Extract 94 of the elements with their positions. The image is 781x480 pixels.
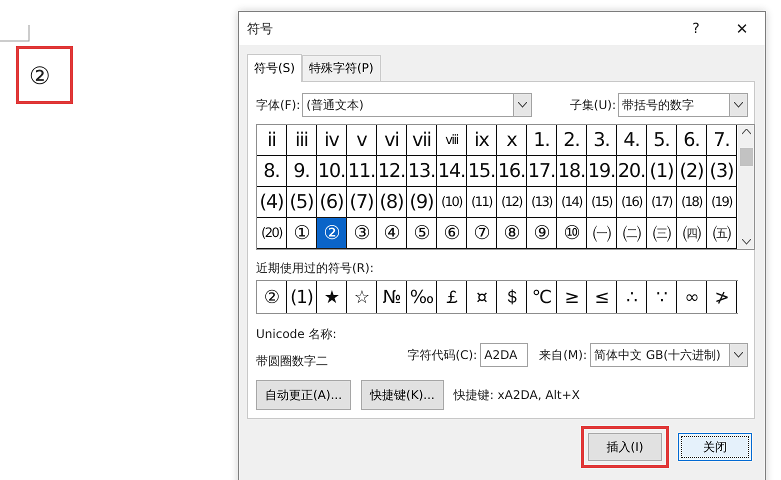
- symbol-cell[interactable]: (7): [347, 187, 377, 218]
- symbol-cell[interactable]: 12.: [377, 156, 407, 187]
- symbol-cell[interactable]: 18.: [557, 156, 587, 187]
- symbol-cell[interactable]: 6.: [677, 125, 707, 156]
- recent-label: 近期使用过的符号(R):: [256, 260, 375, 276]
- symbol-cell[interactable]: (19): [707, 187, 737, 218]
- symbol-cell[interactable]: ⑨: [527, 218, 557, 249]
- symbol-cell[interactable]: (8): [377, 187, 407, 218]
- symbol-cell[interactable]: (20): [257, 218, 287, 249]
- symbol-cell[interactable]: (6): [317, 187, 347, 218]
- symbol-cell[interactable]: ③: [347, 218, 377, 249]
- symbol-cell[interactable]: (13): [527, 187, 557, 218]
- symbol-cell[interactable]: ⑦: [467, 218, 497, 249]
- window-title: 符号: [247, 20, 274, 38]
- dialog-button[interactable]: 快捷键(K)...: [361, 380, 444, 410]
- scroll-up-icon[interactable]: [742, 129, 750, 135]
- field-label: 子集(U):: [570, 96, 616, 114]
- symbol-cell[interactable]: vi: [377, 125, 407, 156]
- symbol-cell[interactable]: x: [497, 125, 527, 156]
- tab[interactable]: 特殊字符(P): [302, 55, 381, 81]
- symbol-cell[interactable]: 11.: [347, 156, 377, 187]
- symbol-cell[interactable]: ⑥: [437, 218, 467, 249]
- help-button[interactable]: ?: [673, 12, 719, 45]
- font-dropdown[interactable]: (普通文本): [302, 93, 532, 117]
- symbol-cell[interactable]: 2.: [557, 125, 587, 156]
- chevron-down-icon: [734, 102, 743, 108]
- symbol-cell[interactable]: 9.: [287, 156, 317, 187]
- symbol-cell[interactable]: iii: [287, 125, 317, 156]
- symbol-cell[interactable]: 7.: [707, 125, 737, 156]
- symbol-cell[interactable]: 19.: [587, 156, 617, 187]
- symbol-cell[interactable]: ⑤: [407, 218, 437, 249]
- scrollbar[interactable]: [738, 125, 754, 249]
- symbol-cell[interactable]: v: [347, 125, 377, 156]
- symbol-cell[interactable]: (4): [257, 187, 287, 218]
- symbol-cell[interactable]: iv: [317, 125, 347, 156]
- symbol-cell[interactable]: 10.: [317, 156, 347, 187]
- symbol-cell[interactable]: ㈢: [647, 218, 677, 249]
- chevron-down-icon: [734, 352, 743, 358]
- close-button[interactable]: ✕: [719, 12, 765, 45]
- symbol-cell[interactable]: 14.: [437, 156, 467, 187]
- symbol-cell[interactable]: 4.: [617, 125, 647, 156]
- crop-mark-icon: [0, 25, 30, 42]
- symbol-cell[interactable]: viii: [437, 125, 467, 156]
- symbol-cell[interactable]: (1): [647, 156, 677, 187]
- subset-dropdown[interactable]: 带括号的数字: [618, 93, 748, 117]
- symbol-cell[interactable]: ㈠: [587, 218, 617, 249]
- symbol-cell[interactable]: (14): [557, 187, 587, 218]
- field-label: 字符代码(C):: [407, 346, 478, 364]
- symbol-cell[interactable]: (18): [677, 187, 707, 218]
- insert-button[interactable]: 插入(I): [588, 433, 662, 461]
- symbol-cell[interactable]: 8.: [257, 156, 287, 187]
- symbol-cell[interactable]: (15): [587, 187, 617, 218]
- symbol-cell[interactable]: (10): [437, 187, 467, 218]
- symbol-cell[interactable]: ④: [377, 218, 407, 249]
- symbol-cell[interactable]: (3): [707, 156, 737, 187]
- close-dialog-button[interactable]: 关闭: [678, 433, 752, 461]
- field-label: 来自(M):: [539, 346, 587, 364]
- symbol-cell[interactable]: ②: [317, 218, 347, 249]
- symbol-cell[interactable]: ix: [467, 125, 497, 156]
- shortcut-text: 快捷键: xA2DA, Alt+X: [454, 386, 580, 404]
- from-dropdown[interactable]: 简体中文 GB(十六进制): [590, 343, 748, 367]
- symbol-cell[interactable]: 13.: [407, 156, 437, 187]
- symbol-cell[interactable]: ㈤: [707, 218, 737, 249]
- field-label: 字体(F):: [256, 96, 300, 114]
- symbol-cell[interactable]: (17): [647, 187, 677, 218]
- symbol-cell[interactable]: 15.: [467, 156, 497, 187]
- symbol-cell[interactable]: 20.: [617, 156, 647, 187]
- tab[interactable]: 符号(S): [247, 54, 302, 82]
- symbol-cell[interactable]: ⑩: [557, 218, 587, 249]
- symbol-cell[interactable]: (9): [407, 187, 437, 218]
- char-code-field[interactable]: A2DA: [480, 343, 528, 367]
- unicode-name: 带圆圈数字二: [256, 353, 329, 370]
- symbol-cell[interactable]: (2): [677, 156, 707, 187]
- chevron-down-icon: [518, 102, 528, 108]
- scroll-thumb[interactable]: [740, 148, 752, 166]
- symbol-cell[interactable]: (12): [497, 187, 527, 218]
- symbol-cell[interactable]: ⑧: [497, 218, 527, 249]
- symbol-cell[interactable]: ii: [257, 125, 287, 156]
- unicode-name-label: Unicode 名称:: [256, 326, 337, 343]
- document-symbol: ②: [29, 62, 51, 90]
- symbol-cell[interactable]: vii: [407, 125, 437, 156]
- symbol-cell[interactable]: ①: [287, 218, 317, 249]
- dialog-button[interactable]: 自动更正(A)...: [256, 380, 352, 410]
- symbol-cell[interactable]: (5): [287, 187, 317, 218]
- symbol-cell[interactable]: 16.: [497, 156, 527, 187]
- symbol-cell[interactable]: 1.: [527, 125, 557, 156]
- symbol-cell[interactable]: 3.: [587, 125, 617, 156]
- symbol-cell[interactable]: ㈡: [617, 218, 647, 249]
- symbol-cell[interactable]: (11): [467, 187, 497, 218]
- symbol-cell[interactable]: 5.: [647, 125, 677, 156]
- symbol-cell[interactable]: ㈣: [677, 218, 707, 249]
- symbol-cell[interactable]: 17.: [527, 156, 557, 187]
- symbol-cell[interactable]: (16): [617, 187, 647, 218]
- scroll-down-icon[interactable]: [742, 239, 750, 245]
